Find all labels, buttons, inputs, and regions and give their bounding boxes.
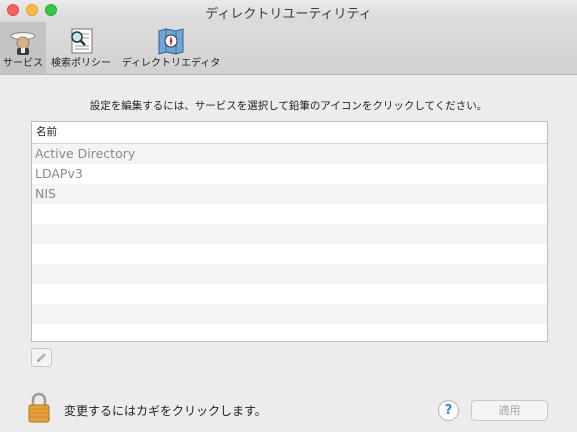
edit-service-button[interactable]	[31, 348, 52, 367]
tab-services[interactable]: サービス	[0, 22, 46, 74]
directory-editor-icon	[158, 28, 184, 55]
tab-services-label: サービス	[3, 58, 43, 69]
apply-button[interactable]: 適用	[471, 400, 548, 421]
tab-search-policy[interactable]: 検索ポリシー	[48, 22, 114, 74]
column-header-name[interactable]: 名前	[32, 122, 547, 144]
empty-row	[32, 264, 547, 284]
tab-directory-editor-label: ディレクトリエディタ	[121, 58, 221, 69]
empty-row	[32, 224, 547, 244]
title-bar: ディレクトリユーティリティ	[0, 0, 577, 22]
table-row[interactable]: LDAPv3	[32, 164, 547, 184]
empty-row	[32, 304, 547, 324]
empty-row	[32, 204, 547, 224]
lock-status-text: 変更するにはカギをクリックします。	[64, 404, 267, 418]
pencil-icon	[37, 353, 46, 362]
services-icon	[10, 32, 36, 55]
lock-icon[interactable]	[27, 392, 51, 423]
tab-search-policy-label: 検索ポリシー	[51, 58, 111, 69]
table-row[interactable]: NIS	[32, 184, 547, 204]
window-title: ディレクトリユーティリティ	[205, 7, 372, 22]
table-row[interactable]: Active Directory	[32, 144, 547, 164]
services-table: 名前 Active Directory LDAPv3 NIS	[31, 121, 548, 342]
search-policy-icon	[71, 28, 93, 54]
empty-row	[32, 244, 547, 264]
instruction-text: 設定を編集するには、サービスを選択して鉛筆のアイコンをクリックしてください。	[89, 100, 488, 112]
empty-row	[32, 284, 547, 304]
tab-directory-editor[interactable]: ディレクトリエディタ	[117, 22, 225, 74]
help-button[interactable]: ?	[438, 400, 459, 421]
empty-row	[32, 324, 547, 341]
toolbar: サービス 検索ポリシー ディレクトリエディタ	[0, 22, 577, 75]
